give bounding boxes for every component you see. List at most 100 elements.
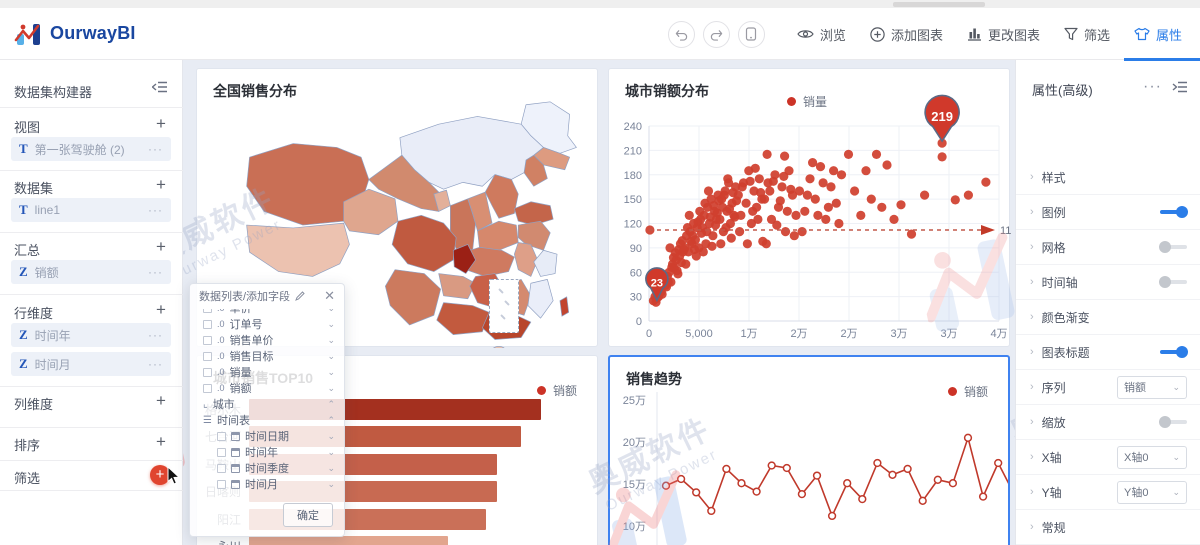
checkbox[interactable] (203, 319, 212, 329)
chevron-down-icon[interactable]: ⌄ (327, 367, 335, 378)
more-options-icon[interactable]: ··· (1143, 78, 1162, 96)
field-more-icon[interactable]: ··· (148, 357, 163, 371)
line-chart-panel[interactable]: 销售趋势 销额 10万 15万 20万 25万 (608, 355, 1010, 545)
filter-button[interactable]: 筛选 (1064, 25, 1110, 44)
field-row-城市[interactable]: ⌞ 城市 ⌃ (190, 396, 344, 412)
chevron-down-icon[interactable]: ⌄ (327, 479, 335, 490)
add-排序-button[interactable]: + (152, 433, 170, 450)
app-logo[interactable]: OurwayBI (14, 18, 136, 48)
toggle-缩放[interactable] (1159, 416, 1187, 428)
chevron-down-icon[interactable]: ⌄ (327, 431, 335, 442)
checkbox[interactable] (203, 383, 212, 393)
field-chip-第一张驾驶舱 (2)[interactable]: T 第一张驾驶舱 (2) ··· (11, 137, 171, 161)
chevron-up-icon[interactable]: ⌃ (327, 399, 335, 410)
chevron-right-icon[interactable]: › (1030, 276, 1034, 288)
checkbox[interactable] (203, 367, 212, 377)
field-row-销售单价[interactable]: .0 销售单价 ⌄ (190, 332, 344, 348)
add-列维度-button[interactable]: + (152, 392, 170, 409)
chevron-right-icon[interactable]: › (1030, 171, 1034, 183)
prop-row-X轴[interactable]: › X轴 X轴0 ⌄ (1016, 440, 1200, 475)
prop-row-常规[interactable]: › 常规 (1016, 510, 1200, 545)
checkbox[interactable] (217, 447, 226, 457)
properties-button[interactable]: 属性 (1134, 25, 1182, 44)
prop-row-颜色渐变[interactable]: › 颜色渐变 (1016, 300, 1200, 335)
field-row-销额[interactable]: .0 销额 ⌄ (190, 380, 344, 396)
checkbox[interactable] (203, 309, 212, 313)
field-row-时间季度[interactable]: 时间季度 ⌄ (190, 460, 344, 476)
field-more-icon[interactable]: ··· (148, 203, 163, 217)
prop-row-缩放[interactable]: › 缩放 (1016, 405, 1200, 440)
toggle-图表标题[interactable] (1160, 346, 1188, 358)
field-chip-销额[interactable]: Z 销额 ··· (11, 260, 171, 284)
toggle-时间轴[interactable] (1159, 276, 1187, 288)
checkbox[interactable] (203, 335, 212, 345)
dialog-ok-button[interactable]: 确定 (283, 503, 333, 527)
chevron-right-icon[interactable]: › (1030, 416, 1034, 428)
add-筛选-button[interactable]: + (150, 465, 170, 485)
line-legend[interactable]: 销额 (948, 383, 988, 400)
add-行维度-button[interactable]: + (152, 301, 170, 318)
field-row-时间表[interactable]: ☰ 时间表 ⌃ (190, 412, 344, 428)
field-more-icon[interactable]: ··· (148, 328, 163, 342)
scatter-legend[interactable]: 销量 (787, 93, 827, 110)
chevron-up-icon[interactable]: ⌃ (327, 415, 335, 426)
chevron-down-icon[interactable]: ⌄ (327, 351, 335, 362)
change-chart-button[interactable]: 更改图表 (967, 25, 1040, 44)
chevron-right-icon[interactable]: › (1030, 451, 1034, 463)
field-more-icon[interactable]: ··· (148, 142, 163, 156)
field-chip-line1[interactable]: Tline1 ··· (11, 198, 171, 222)
select-序列[interactable]: 销额 ⌄ (1117, 375, 1187, 399)
collapse-panel-icon[interactable] (1172, 80, 1188, 94)
mobile-preview-button[interactable] (737, 20, 765, 48)
add-视图-button[interactable]: + (152, 115, 170, 132)
chevron-right-icon[interactable]: › (1030, 381, 1034, 393)
field-row-时间年[interactable]: 时间年 ⌄ (190, 444, 344, 460)
chevron-right-icon[interactable]: › (1030, 206, 1034, 218)
chevron-down-icon[interactable]: ⌄ (327, 463, 335, 474)
toggle-图例[interactable] (1160, 206, 1188, 218)
browse-button[interactable]: 浏览 (797, 25, 846, 44)
prop-row-样式[interactable]: › 样式 (1016, 160, 1200, 195)
field-row-单价[interactable]: .0 单价 ⌄ (190, 309, 344, 316)
prop-row-Y轴[interactable]: › Y轴 Y轴0 ⌄ (1016, 475, 1200, 510)
field-row-订单号[interactable]: .0 订单号 ⌄ (190, 316, 344, 332)
collapse-sidebar-icon[interactable] (151, 80, 168, 99)
select-Y轴[interactable]: Y轴0 ⌄ (1117, 480, 1187, 504)
prop-row-序列[interactable]: › 序列 销额 ⌄ (1016, 370, 1200, 405)
add-chart-button[interactable]: 添加图表 (870, 25, 943, 44)
bar-legend[interactable]: 销额 (537, 382, 577, 399)
field-more-icon[interactable]: ··· (148, 265, 163, 279)
dialog-close-icon[interactable]: ✕ (324, 288, 335, 304)
chevron-down-icon[interactable]: ⌄ (327, 309, 335, 314)
scatter-chart-panel[interactable]: 城市销额分布 销量 0 30 60 90 120 150 180 210 240 0 5,000 1万… (608, 68, 1011, 347)
prop-row-图表标题[interactable]: › 图表标题 (1016, 335, 1200, 370)
field-chip-时间月[interactable]: Z 时间月 ··· (11, 352, 171, 376)
checkbox[interactable] (203, 351, 212, 361)
chevron-down-icon[interactable]: ⌄ (327, 447, 335, 458)
redo-button[interactable] (702, 20, 730, 48)
checkbox[interactable] (217, 431, 226, 441)
chevron-down-icon[interactable]: ⌄ (327, 335, 335, 346)
toggle-网格[interactable] (1159, 241, 1187, 253)
chevron-right-icon[interactable]: › (1030, 346, 1034, 358)
chevron-right-icon[interactable]: › (1030, 241, 1034, 253)
prop-row-网格[interactable]: › 网格 (1016, 230, 1200, 265)
undo-button[interactable] (667, 20, 695, 48)
field-row-时间日期[interactable]: 时间日期 ⌄ (190, 428, 344, 444)
checkbox[interactable] (217, 463, 226, 473)
field-chip-时间年[interactable]: Z 时间年 ··· (11, 323, 171, 347)
field-row-销售目标[interactable]: .0 销售目标 ⌄ (190, 348, 344, 364)
chevron-down-icon[interactable]: ⌄ (327, 383, 335, 394)
chevron-right-icon[interactable]: › (1030, 521, 1034, 533)
chevron-down-icon[interactable]: ⌄ (327, 319, 335, 330)
field-row-时间月[interactable]: 时间月 ⌄ (190, 476, 344, 492)
chevron-right-icon[interactable]: › (1030, 311, 1034, 323)
prop-row-时间轴[interactable]: › 时间轴 (1016, 265, 1200, 300)
select-X轴[interactable]: X轴0 ⌄ (1117, 445, 1187, 469)
field-row-销量[interactable]: .0 销量 ⌄ (190, 364, 344, 380)
prop-row-图例[interactable]: › 图例 (1016, 195, 1200, 230)
chevron-right-icon[interactable]: › (1030, 486, 1034, 498)
add-数据集-button[interactable]: + (152, 176, 170, 193)
checkbox[interactable] (217, 479, 226, 489)
add-汇总-button[interactable]: + (152, 238, 170, 255)
